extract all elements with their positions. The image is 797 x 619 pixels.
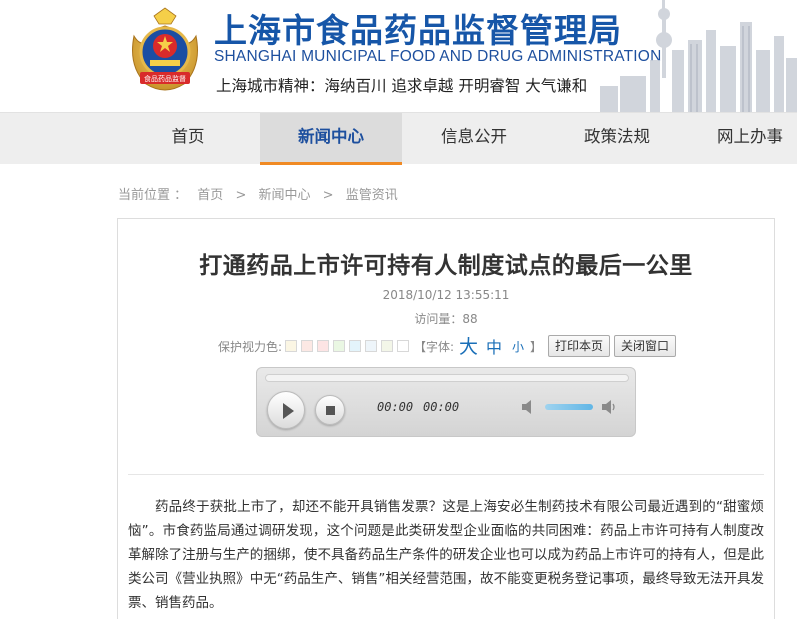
close-window-button[interactable]: 关闭窗口 xyxy=(614,335,677,357)
article-panel: 打通药品上市许可持有人制度试点的最后一公里 2018/10/12 13:55:1… xyxy=(117,218,775,619)
article-body-paragraph: 药品终于获批上市了，却还不能开具销售发票？这是上海安必生制药技术有限公司最近遇到… xyxy=(128,499,764,611)
audio-progress-bar[interactable] xyxy=(265,374,629,382)
article-view-count: 访问量：88 xyxy=(414,312,478,326)
audio-current-time: 00:00 xyxy=(377,400,414,414)
volume-max-icon[interactable] xyxy=(601,399,617,415)
breadcrumb-link-news[interactable]: 新闻中心 xyxy=(258,188,310,203)
font-size-label: 【字体: xyxy=(414,340,455,354)
nav-item-online-services[interactable]: 网上办事 xyxy=(690,113,797,165)
emblem-icon: 食品药品监督 xyxy=(132,7,198,91)
color-swatch[interactable] xyxy=(301,340,313,352)
article-date: 2018/10/12 13:55:11 xyxy=(382,288,510,302)
breadcrumb-link-regulatory[interactable]: 监管资讯 xyxy=(346,188,398,203)
font-size-medium-link[interactable]: 中 xyxy=(486,334,502,358)
color-swatch[interactable] xyxy=(381,340,393,352)
site-title: 上海市食品药品监督管理局 xyxy=(214,11,622,50)
color-swatch[interactable] xyxy=(397,340,409,352)
volume-slider[interactable] xyxy=(545,404,593,410)
breadcrumb-separator: > xyxy=(322,188,334,203)
site-header: 食品药品监督 上海市食品药品监督管理局 SHANGHAI MUNICIPAL F… xyxy=(0,0,797,112)
breadcrumb: 当前位置 ： 首页 > 新闻中心 > 监管资讯 xyxy=(118,184,398,203)
main-nav: 首页 新闻中心 信息公开 政策法规 网上办事 xyxy=(0,112,797,165)
play-icon[interactable] xyxy=(267,391,305,429)
article-title: 打通药品上市许可持有人制度试点的最后一公里 xyxy=(199,253,693,279)
color-swatch[interactable] xyxy=(285,340,297,352)
breadcrumb-link-home[interactable]: 首页 xyxy=(197,188,223,203)
nav-item-home[interactable]: 首页 xyxy=(118,113,258,165)
nav-item-policies[interactable]: 政策法规 xyxy=(546,113,688,165)
mute-icon[interactable] xyxy=(521,399,537,415)
audio-player: 00:00 00:00 xyxy=(256,367,636,437)
nav-item-info-disclosure[interactable]: 信息公开 xyxy=(404,113,544,165)
print-page-button[interactable]: 打印本页 xyxy=(548,335,611,357)
font-size-bracket: 】 xyxy=(530,340,543,354)
city-spirit-slogan: 上海城市精神：海纳百川 追求卓越 开明睿智 大气谦和 xyxy=(216,77,588,95)
font-size-large-link[interactable]: 大 xyxy=(459,332,478,359)
content-divider xyxy=(128,474,764,475)
skyline-illustration xyxy=(600,0,797,112)
nav-item-news[interactable]: 新闻中心 xyxy=(260,113,402,165)
color-swatch[interactable] xyxy=(317,340,329,352)
site-title-english: SHANGHAI MUNICIPAL FOOD AND DRUG ADMINIS… xyxy=(214,48,662,65)
article-toolbar: 保护视力色: 【字体: 大 中 小 】 打印本页 关闭窗口 xyxy=(218,334,678,358)
breadcrumb-separator: > xyxy=(235,188,247,203)
color-swatch[interactable] xyxy=(333,340,345,352)
font-size-small-link[interactable]: 小 xyxy=(512,338,524,355)
stop-icon[interactable] xyxy=(315,395,345,425)
color-swatch[interactable] xyxy=(365,340,377,352)
eye-care-color-label: 保护视力色: xyxy=(218,340,283,354)
color-swatch[interactable] xyxy=(349,340,361,352)
audio-total-time: 00:00 xyxy=(423,400,460,414)
breadcrumb-prefix: 当前位置 ： xyxy=(118,188,188,203)
emblem-text: 食品药品监督 xyxy=(144,74,186,83)
